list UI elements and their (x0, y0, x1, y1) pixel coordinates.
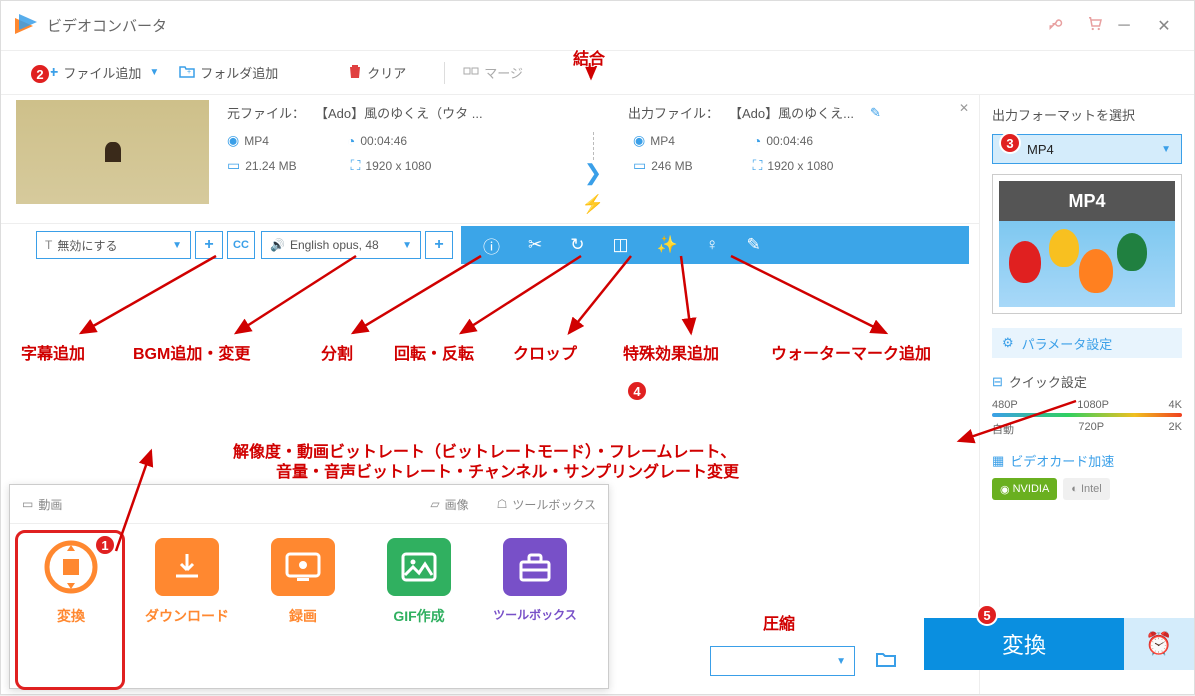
badge-1: 1 (94, 534, 116, 556)
effect-icon[interactable]: ✨ (657, 235, 678, 255)
folder-icon: ▭ (227, 157, 240, 174)
open-folder-icon[interactable] (875, 650, 897, 673)
output-path-select[interactable]: ▼ (710, 646, 855, 676)
cart-icon[interactable] (1086, 14, 1104, 37)
audio-select[interactable]: 🔊 English opus, 48 ▼ (261, 231, 421, 259)
annot-watermark: ウォーターマーク追加 (771, 340, 931, 364)
cc-button[interactable]: CC (227, 231, 255, 259)
settings-icon: ⚙ (1002, 335, 1014, 351)
crop-icon[interactable]: ◫ (613, 235, 629, 255)
close-button[interactable]: ✕ (1144, 11, 1184, 41)
resolution-icon: ⛶ (351, 157, 361, 174)
mode-record[interactable]: 録画 (254, 538, 352, 626)
folder-plus-icon: + (179, 64, 195, 81)
clock-icon: ◔ (347, 133, 355, 149)
nvidia-badge: ◉NVIDIA (992, 478, 1057, 500)
merge-button[interactable]: マージ (463, 63, 523, 82)
tab-video[interactable]: ▭動画 (22, 496, 62, 513)
merge-icon (463, 64, 479, 81)
annot-crop: クロップ (513, 340, 577, 364)
mode-convert[interactable]: 1 変換 (22, 538, 120, 626)
chevron-down-icon[interactable]: ▼ (149, 67, 159, 78)
quality-slider[interactable] (992, 413, 1182, 417)
add-subtitle-button[interactable]: + (195, 231, 223, 259)
arrow-right-icon: ❯ (584, 160, 602, 186)
resolution-icon: ⛶ (753, 157, 763, 174)
video-thumbnail[interactable] (16, 100, 209, 204)
badge-2: 2 (29, 63, 51, 85)
format-icon: ◉ (633, 132, 645, 149)
output-file-label: 出力ファイル： (628, 103, 719, 122)
slider-icon: ⊟ (992, 374, 1003, 390)
annot-subtitle: 字幕追加 (21, 340, 85, 364)
annot-split: 分割 (321, 340, 353, 364)
add-file-button[interactable]: + ファイル追加 ▼ (49, 63, 159, 82)
trash-icon (348, 63, 362, 82)
subtitle-edit-icon[interactable]: ✎ (746, 235, 760, 255)
format-preview: MP4 (992, 174, 1182, 314)
minimize-button[interactable]: ─ (1104, 11, 1144, 41)
folder-icon: ▭ (633, 157, 646, 174)
app-logo-icon (11, 12, 39, 40)
annot-params2: 音量・音声ビットレート・チャンネル・サンプリングレート変更 (276, 458, 739, 482)
clock-icon: ◔ (753, 133, 761, 149)
text-icon: T (45, 238, 52, 252)
key-icon[interactable] (1048, 14, 1066, 37)
speaker-icon: 🔊 (270, 238, 285, 252)
bolt-icon: ⚡ (582, 194, 604, 215)
annot-bgm: BGM追加・変更 (133, 340, 250, 364)
source-file-name: 【Ado】風のゆくえ（ウタ ... (315, 103, 483, 122)
tab-toolbox[interactable]: ☖ツールボックス (497, 496, 596, 513)
intel-badge: ◐Intel (1063, 478, 1109, 500)
mode-gif[interactable]: GIF作成 (370, 538, 468, 626)
annot-effect: 特殊効果追加 (623, 340, 719, 364)
gpu-accel-title: ▦ ビデオカード加速 (992, 451, 1182, 470)
cut-icon[interactable]: ✂ (528, 235, 542, 255)
output-format-title: 出力フォーマットを選択 (992, 105, 1182, 124)
app-title: ビデオコンバータ (47, 15, 1048, 36)
output-file-name: 【Ado】風のゆくえ... (729, 103, 854, 122)
output-format-select[interactable]: MP4 ▼ (992, 134, 1182, 164)
quick-settings-title: ⊟ クイック設定 (992, 372, 1182, 391)
edit-toolbar: ⓘ ✂ ↻ ◫ ✨ ♀ ✎ (461, 226, 969, 264)
convert-button[interactable]: 変換 (924, 618, 1124, 670)
chevron-down-icon: ▼ (1161, 144, 1171, 155)
schedule-button[interactable]: ⏰ (1124, 618, 1194, 670)
toolbox-icon: ☖ (497, 497, 508, 511)
annot-rotate: 回転・反転 (394, 340, 474, 364)
edit-icon[interactable]: ✎ (870, 105, 881, 121)
annot-compress: 圧縮 (763, 610, 795, 634)
chip-icon: ▦ (992, 453, 1004, 469)
image-icon: ▱ (430, 497, 439, 511)
rotate-icon[interactable]: ↻ (570, 235, 584, 255)
format-icon: ◉ (227, 132, 239, 149)
info-icon[interactable]: ⓘ (483, 233, 500, 258)
source-file-label: 元ファイル： (227, 103, 305, 122)
tab-image[interactable]: ▱画像 (430, 496, 468, 513)
add-audio-button[interactable]: + (425, 231, 453, 259)
mode-panel: ▭動画 ▱画像 ☖ツールボックス 1 変換 ダウンロード 録画 GIF作成 (9, 484, 609, 689)
mode-toolbox[interactable]: ツールボックス (486, 538, 584, 626)
annot-combine: 結合 (573, 45, 605, 69)
mode-download[interactable]: ダウンロード (138, 538, 236, 626)
add-folder-button[interactable]: + フォルダ追加 (179, 63, 278, 82)
video-icon: ▭ (22, 497, 33, 511)
chevron-down-icon: ▼ (172, 240, 182, 251)
svg-text:+: + (187, 69, 191, 76)
watermark-icon[interactable]: ♀ (706, 235, 719, 255)
remove-file-button[interactable]: ✕ (959, 101, 969, 115)
parameter-settings-button[interactable]: ⚙ パラメータ設定 (992, 328, 1182, 358)
badge-3: 3 (999, 132, 1021, 154)
chevron-down-icon: ▼ (836, 656, 846, 667)
chevron-down-icon: ▼ (402, 240, 412, 251)
badge-5: 5 (976, 604, 998, 626)
clear-button[interactable]: クリア (348, 63, 406, 82)
badge-4: 4 (626, 380, 648, 402)
subtitle-select[interactable]: T 無効にする ▼ (36, 231, 191, 259)
